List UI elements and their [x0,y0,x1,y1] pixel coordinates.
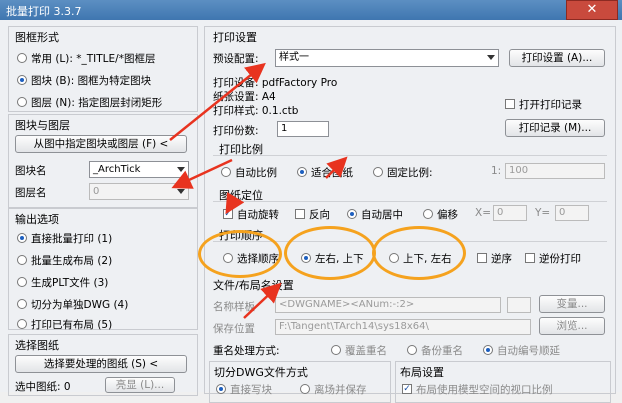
annotation-arrows [169,62,348,319]
arrow-to-fit-paper [325,156,348,179]
arrow-to-order [243,282,282,319]
arrow-to-auto-rotate [225,191,245,215]
arrow-to-block-name [171,158,233,189]
arrow-to-preset [169,62,266,141]
